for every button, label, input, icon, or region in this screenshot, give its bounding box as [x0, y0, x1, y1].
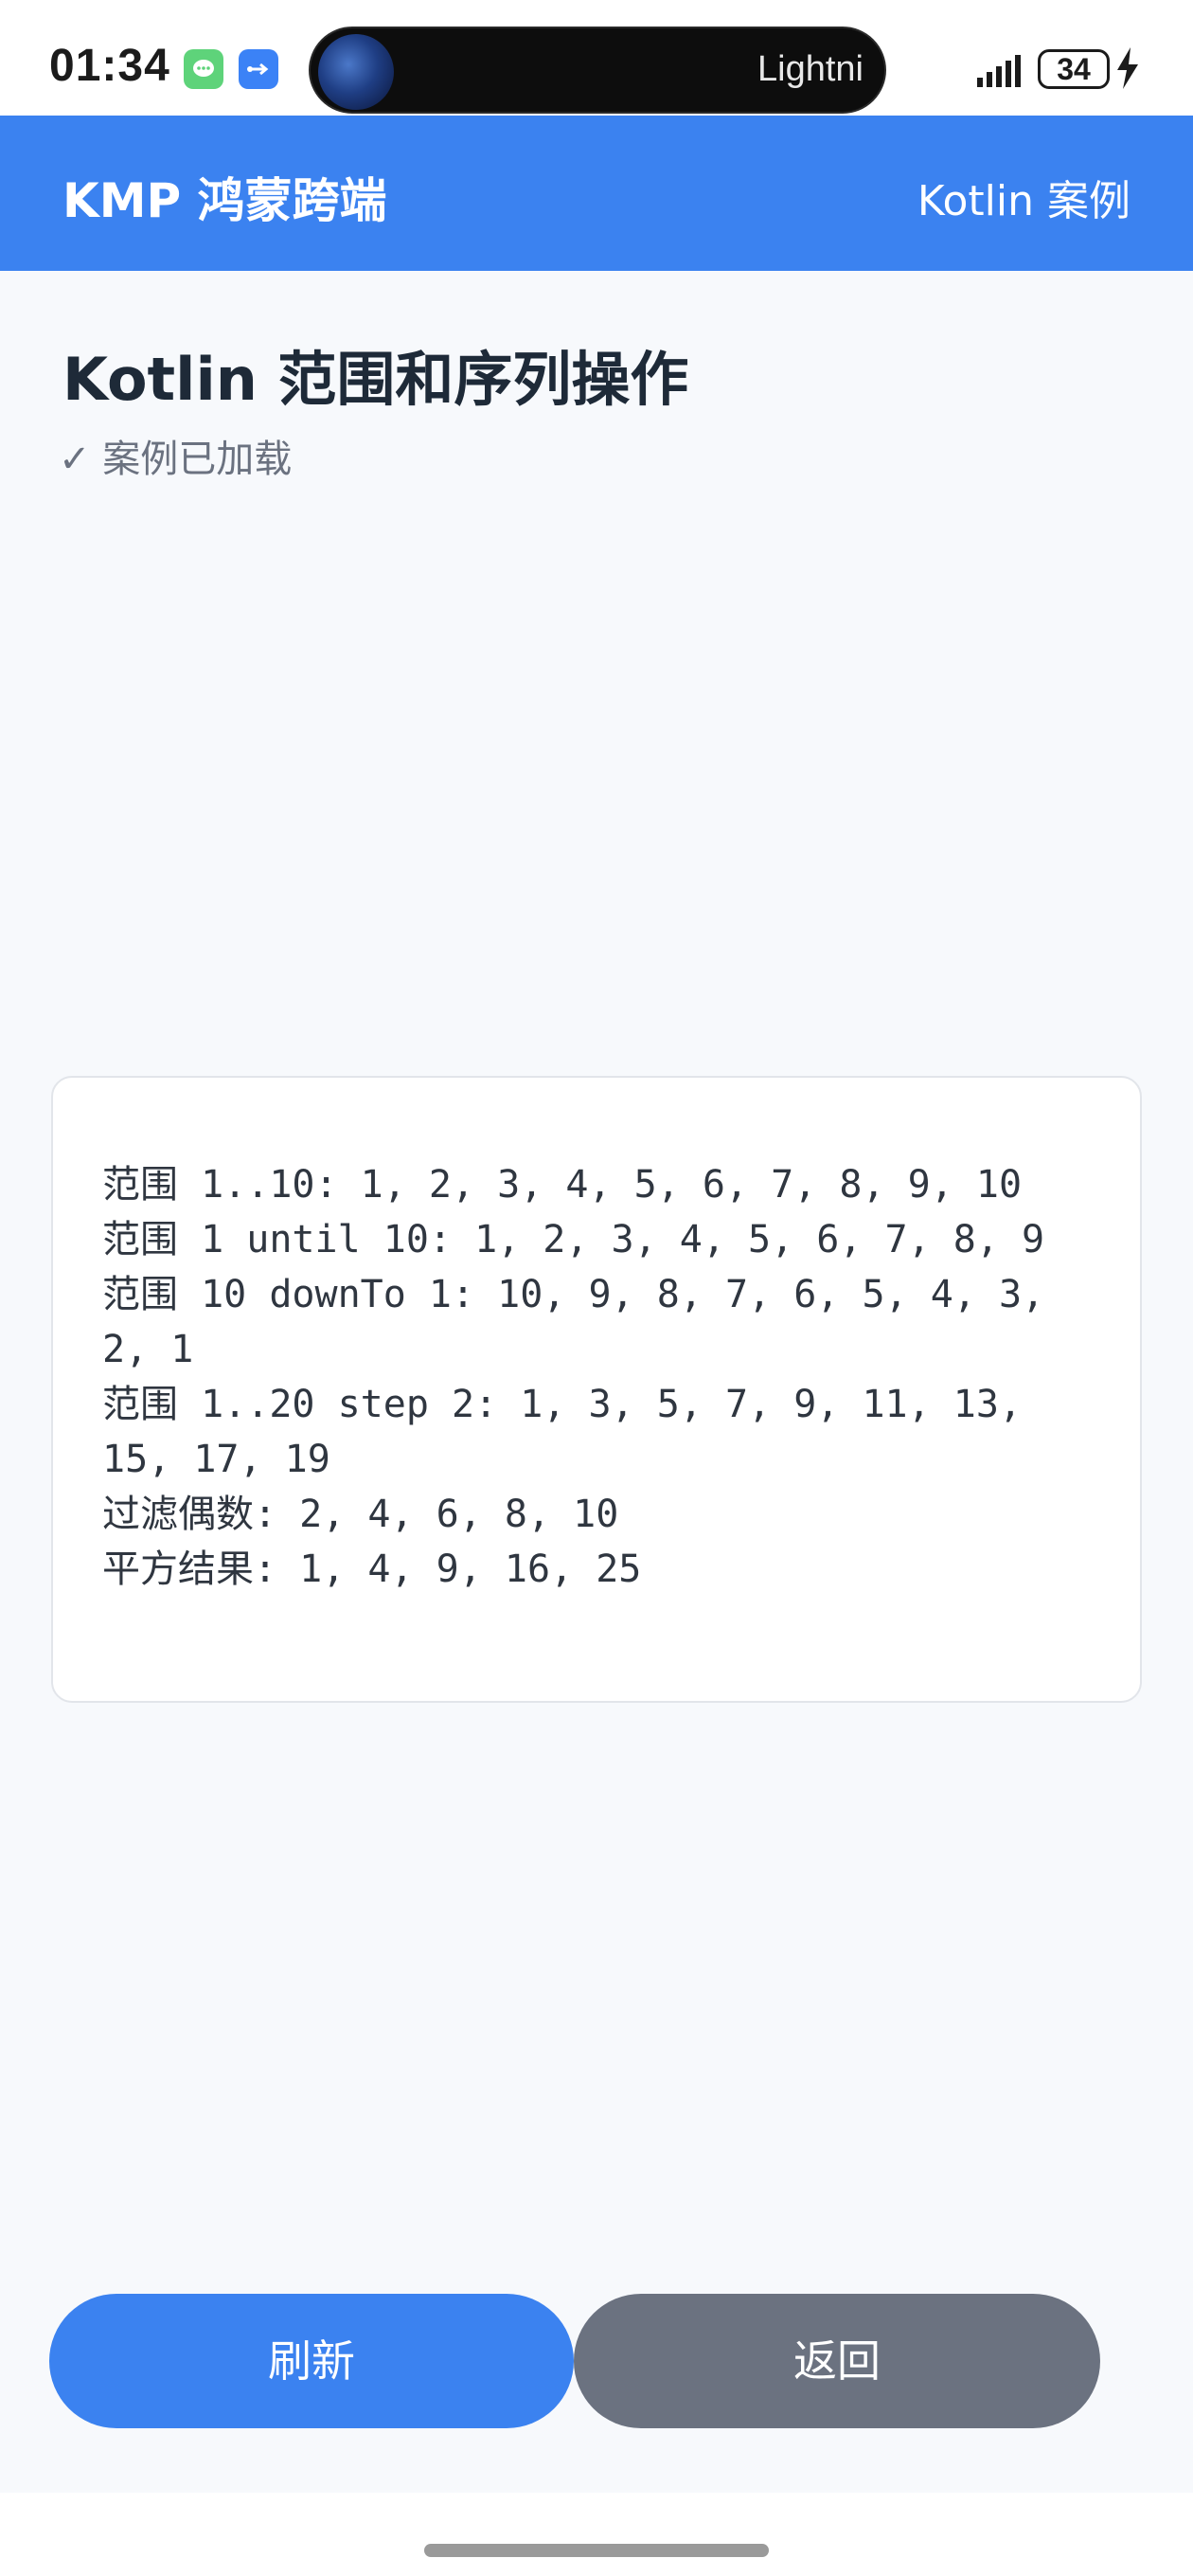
status-bar: 01:34 Lightni 34: [0, 0, 1193, 116]
bottom-bar: [0, 2493, 1193, 2576]
charging-bolt-icon: [1117, 47, 1138, 89]
battery-icon: 34: [1038, 49, 1110, 89]
media-artwork-icon: [318, 34, 394, 110]
refresh-button[interactable]: 刷新: [49, 2294, 574, 2428]
message-icon: [184, 49, 223, 89]
output-line: 范围 10 downTo 1: 10, 9, 8, 7, 6, 5, 4, 3,…: [102, 1273, 1068, 1371]
app-title: KMP 鸿蒙跨端: [62, 173, 387, 228]
output-line: 范围 1..10: 1, 2, 3, 4, 5, 6, 7, 8, 9, 10: [102, 1163, 1023, 1207]
home-indicator[interactable]: [424, 2544, 769, 2557]
usb-icon: [239, 49, 278, 89]
battery-level: 34: [1057, 52, 1091, 86]
page-title: Kotlin 范围和序列操作: [62, 345, 689, 414]
back-button[interactable]: 返回: [574, 2294, 1100, 2428]
output-line: 范围 1 until 10: 1, 2, 3, 4, 5, 6, 7, 8, 9: [102, 1218, 1045, 1261]
signal-icon: [977, 55, 1021, 87]
output-line: 平方结果: 1, 4, 9, 16, 25: [102, 1547, 642, 1591]
island-media-title: Lightni: [757, 49, 864, 89]
output-card: 范围 1..10: 1, 2, 3, 4, 5, 6, 7, 8, 9, 10 …: [51, 1076, 1142, 1703]
app-header: KMP 鸿蒙跨端 Kotlin 案例: [0, 116, 1193, 271]
status-time: 01:34: [49, 41, 170, 91]
output-line: 过滤偶数: 2, 4, 6, 8, 10: [102, 1493, 619, 1536]
dynamic-island[interactable]: Lightni: [309, 27, 886, 114]
load-status: ✓ 案例已加载: [59, 438, 293, 481]
header-subtitle: Kotlin 案例: [917, 177, 1131, 225]
output-text: 范围 1..10: 1, 2, 3, 4, 5, 6, 7, 8, 9, 10 …: [102, 1157, 1106, 1597]
output-line: 范围 1..20 step 2: 1, 3, 5, 7, 9, 11, 13, …: [102, 1383, 1045, 1481]
